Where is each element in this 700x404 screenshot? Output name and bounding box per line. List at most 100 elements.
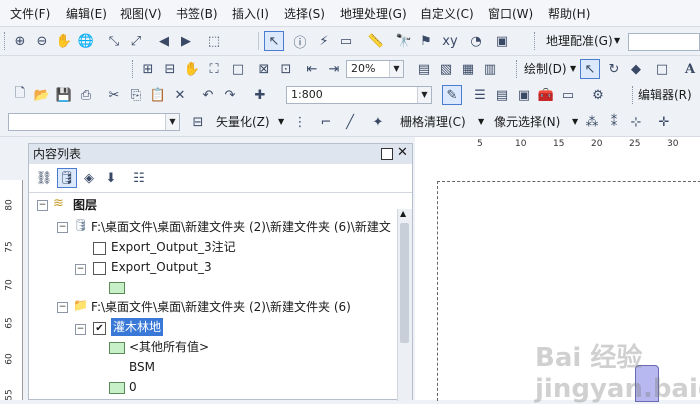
menu-select[interactable]: 选择(S) xyxy=(284,5,325,22)
collapse-shrubland-toggle[interactable]: − xyxy=(75,324,86,335)
fixed-zoom-layout-icon[interactable]: ⊠ xyxy=(254,59,274,79)
rotate-icon[interactable]: ↻ xyxy=(604,59,624,79)
chevron-down-icon[interactable]: ▼ xyxy=(478,113,484,131)
change-layout-icon[interactable]: ▦ xyxy=(458,59,478,79)
toggle-draft-icon[interactable]: ▤ xyxy=(414,59,434,79)
cell-tool-icon[interactable]: ✛ xyxy=(654,112,674,132)
raster-cleanup-menu[interactable]: 栅格清理(C) xyxy=(400,113,466,131)
symbol-swatch[interactable] xyxy=(109,342,125,354)
export-visibility-checkbox[interactable] xyxy=(93,262,106,275)
options-icon[interactable]: ☷ xyxy=(129,168,149,188)
print-icon[interactable]: ⎙ xyxy=(76,85,96,105)
focus-frame-icon[interactable]: ▧ xyxy=(436,59,456,79)
add-data-icon[interactable]: ✚ xyxy=(250,85,270,105)
menu-help[interactable]: 帮助(H) xyxy=(548,5,590,22)
select-features-icon[interactable]: ⬚ xyxy=(204,31,224,51)
raster-snap-icon[interactable]: ✦ xyxy=(368,112,388,132)
chevron-down-icon[interactable]: ▼ xyxy=(570,60,576,78)
zoom-percent-select[interactable]: 20% ▼ xyxy=(346,60,404,78)
menu-edit[interactable]: 编辑(E) xyxy=(66,5,107,22)
toc-scrollbar[interactable]: ▲ xyxy=(397,209,412,401)
menu-view[interactable]: 视图(V) xyxy=(120,5,162,22)
list-by-visibility-icon[interactable]: ◈ xyxy=(79,168,99,188)
symbol-swatch[interactable] xyxy=(109,382,125,394)
symbol-swatch[interactable] xyxy=(109,282,125,294)
collapse-folder-toggle[interactable]: − xyxy=(57,302,68,313)
chevron-down-icon[interactable]: ▼ xyxy=(278,113,284,131)
text-icon[interactable]: A xyxy=(680,59,700,79)
delete-icon[interactable]: ✕ xyxy=(170,85,190,105)
shrubland-visibility-checkbox[interactable]: ✔ xyxy=(93,322,106,335)
list-by-source-icon[interactable]: 🛢 xyxy=(57,168,77,188)
arctoolbox-icon[interactable]: 🧰 xyxy=(536,85,556,105)
vectorize-settings-icon[interactable]: ⋮ xyxy=(290,112,310,132)
scroll-thumb[interactable] xyxy=(400,223,409,343)
search-window-icon[interactable]: ▣ xyxy=(514,85,534,105)
select-elements-icon[interactable]: ↖ xyxy=(264,31,284,51)
save-icon[interactable]: 💾 xyxy=(54,85,74,105)
select-connected-cells-icon[interactable]: ⁂ xyxy=(582,112,602,132)
menu-windows[interactable]: 窗口(W) xyxy=(488,5,533,22)
copy-icon[interactable]: ⎘ xyxy=(126,85,146,105)
time-slider-icon[interactable]: ◔ xyxy=(466,31,486,51)
collapse-source-toggle[interactable]: − xyxy=(57,222,68,233)
layout-zoom-in-icon[interactable]: ⊞ xyxy=(138,59,158,79)
chevron-down-icon[interactable]: ▼ xyxy=(614,32,620,50)
list-by-drawing-order-icon[interactable]: ⛓ xyxy=(34,168,54,188)
catalog-icon[interactable]: ▤ xyxy=(492,85,512,105)
arcscan-icon[interactable]: ⊟ xyxy=(188,112,208,132)
raster-layer-select[interactable]: ▼ xyxy=(8,113,180,131)
fixed-zoom-in-icon[interactable]: ⤡ xyxy=(104,31,124,51)
undo-icon[interactable]: ↶ xyxy=(198,85,218,105)
menu-insert[interactable]: 插入(I) xyxy=(232,5,269,22)
find-icon[interactable]: 🔭 xyxy=(394,31,414,51)
previous-extent-icon[interactable]: ⇤ xyxy=(302,59,322,79)
float-icon[interactable] xyxy=(381,148,393,160)
data-driven-pages-icon[interactable]: ▥ xyxy=(480,59,500,79)
redo-icon[interactable]: ↷ xyxy=(220,85,240,105)
pan-icon[interactable]: ✋ xyxy=(54,31,74,51)
viewer-icon[interactable]: ▣ xyxy=(492,31,512,51)
georeferencing-menu[interactable]: 地理配准(G) xyxy=(546,32,613,50)
menu-file[interactable]: 文件(F) xyxy=(10,5,50,22)
scale-select[interactable]: 1:800 ▼ xyxy=(286,86,432,104)
layout-zoom-out-icon[interactable]: ⊟ xyxy=(160,59,180,79)
toc-item-export[interactable]: Export_Output_3 xyxy=(111,258,212,276)
toc-icon[interactable]: ☰ xyxy=(470,85,490,105)
new-document-icon[interactable]: 🗋 xyxy=(10,85,30,105)
fixed-zoom-out-layout-icon[interactable]: ⊡ xyxy=(276,59,296,79)
full-extent-icon[interactable]: 🌐 xyxy=(76,31,96,51)
erase-cells-icon[interactable]: ⁑ xyxy=(604,112,624,132)
toc-item-source-2[interactable]: F:\桌面文件\桌面\新建文件夹 (2)\新建文件夹 (6) xyxy=(91,298,351,316)
html-popup-icon[interactable]: ▭ xyxy=(336,31,356,51)
editor-toolbar-icon[interactable]: ✎ xyxy=(442,85,462,105)
chevron-down-icon[interactable]: ▼ xyxy=(572,113,578,131)
identify-icon[interactable]: ⓘ xyxy=(290,31,310,51)
layout-view[interactable]: Bai 经验 jingyan.baidu.com xyxy=(415,155,700,404)
model-builder-icon[interactable]: ⚙ xyxy=(588,85,608,105)
list-by-selection-icon[interactable]: ⬇ xyxy=(101,168,121,188)
menu-bookmarks[interactable]: 书签(B) xyxy=(176,5,218,22)
menu-geoprocessing[interactable]: 地理处理(G) xyxy=(340,5,407,22)
find-route-icon[interactable]: ⚑ xyxy=(416,31,436,51)
zoom-out-icon[interactable]: ⊖ xyxy=(32,31,52,51)
open-icon[interactable]: 📂 xyxy=(32,85,52,105)
select-pointer-icon[interactable]: ↖ xyxy=(580,59,600,79)
go-to-xy-icon[interactable]: xy xyxy=(440,31,460,51)
fill-area-icon[interactable]: ⊹ xyxy=(626,112,646,132)
close-icon[interactable]: ✕ xyxy=(397,145,408,160)
layers-root[interactable]: 图层 xyxy=(73,196,97,214)
forward-icon[interactable]: ▶ xyxy=(176,31,196,51)
paste-icon[interactable]: 📋 xyxy=(148,85,168,105)
pen-icon[interactable]: ╱ xyxy=(340,112,360,132)
zoom-whole-page-icon[interactable]: ⛶ xyxy=(204,59,224,79)
editor-menu[interactable]: 编辑器(R) xyxy=(638,86,692,104)
collapse-export-toggle[interactable]: − xyxy=(75,264,86,275)
annotation-visibility-checkbox[interactable] xyxy=(93,242,106,255)
zoom-100-icon[interactable]: □ xyxy=(228,59,248,79)
vectorization-menu[interactable]: 矢量化(Z) xyxy=(216,113,270,131)
cut-icon[interactable]: ✂ xyxy=(104,85,124,105)
toc-item-shrubland[interactable]: 灌木林地 xyxy=(111,318,164,336)
toc-item-annotation[interactable]: Export_Output_3注记 xyxy=(111,238,236,256)
georef-layer-select[interactable] xyxy=(628,33,700,51)
